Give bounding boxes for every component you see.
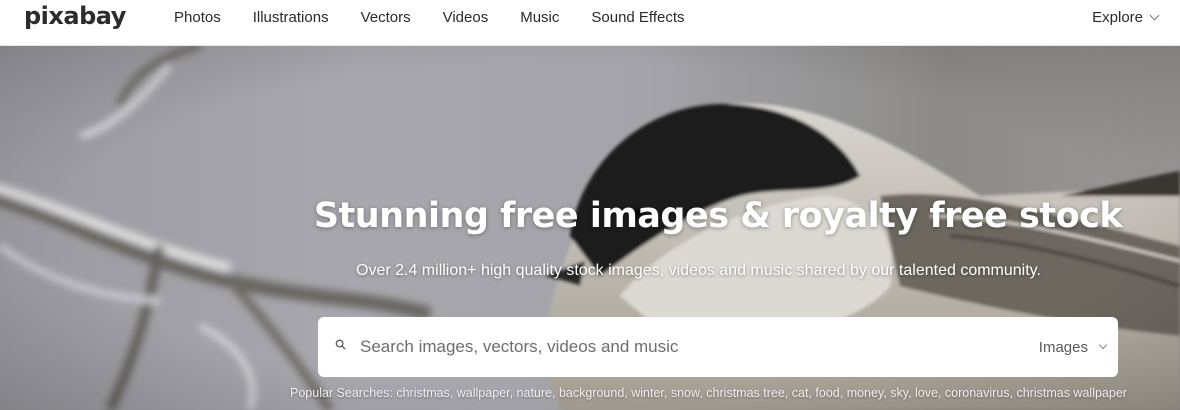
media-type-select[interactable]: Images xyxy=(1038,317,1108,377)
top-navigation-bar: pixabay Photos Illustrations Vectors Vid… xyxy=(0,0,1180,46)
search-bar: Images xyxy=(318,317,1118,377)
hero-title: Stunning free images & royalty free stoc… xyxy=(313,196,1123,236)
popular-search-link[interactable]: christmas wallpaper xyxy=(1016,386,1126,400)
nav-videos[interactable]: Videos xyxy=(443,9,489,26)
popular-search-link[interactable]: background xyxy=(559,386,624,400)
nav-photos[interactable]: Photos xyxy=(174,9,221,26)
search-icon[interactable] xyxy=(335,339,346,350)
popular-search-link[interactable]: love xyxy=(915,386,938,400)
nav-vectors[interactable]: Vectors xyxy=(361,9,411,26)
popular-search-link[interactable]: christmas tree xyxy=(706,386,785,400)
nav-music[interactable]: Music xyxy=(520,9,559,26)
popular-search-link[interactable]: sky xyxy=(890,386,908,400)
search-input[interactable] xyxy=(360,329,1000,365)
popular-search-link[interactable]: snow xyxy=(671,386,700,400)
main-nav: Photos Illustrations Vectors Videos Musi… xyxy=(174,0,685,34)
popular-searches: Popular Searches: christmas, wallpaper, … xyxy=(290,386,1127,400)
hero-section: Stunning free images & royalty free stoc… xyxy=(0,46,1180,410)
hero-subtitle: Over 2.4 million+ high quality stock ima… xyxy=(356,262,1041,279)
nav-illustrations[interactable]: Illustrations xyxy=(253,9,329,26)
popular-search-link[interactable]: food xyxy=(815,386,839,400)
media-type-label: Images xyxy=(1038,338,1088,356)
chevron-down-icon xyxy=(1149,10,1160,20)
popular-search-link[interactable]: nature xyxy=(517,386,552,400)
nav-sound-effects[interactable]: Sound Effects xyxy=(591,9,684,26)
popular-search-link[interactable]: winter xyxy=(631,386,664,400)
pixabay-logo[interactable]: pixabay xyxy=(24,2,126,30)
chevron-down-icon xyxy=(1098,340,1108,350)
popular-search-link[interactable]: christmas xyxy=(396,386,449,400)
popular-search-link[interactable]: coronavirus xyxy=(945,386,1010,400)
popular-searches-label: Popular Searches: xyxy=(290,386,393,400)
explore-menu-button[interactable]: Explore xyxy=(1092,0,1160,34)
popular-search-link[interactable]: wallpaper xyxy=(457,386,510,400)
popular-searches-list: christmas, wallpaper, nature, background… xyxy=(396,386,1127,400)
popular-search-link[interactable]: money xyxy=(847,386,884,400)
popular-search-link[interactable]: cat xyxy=(792,386,809,400)
explore-label: Explore xyxy=(1092,8,1143,26)
